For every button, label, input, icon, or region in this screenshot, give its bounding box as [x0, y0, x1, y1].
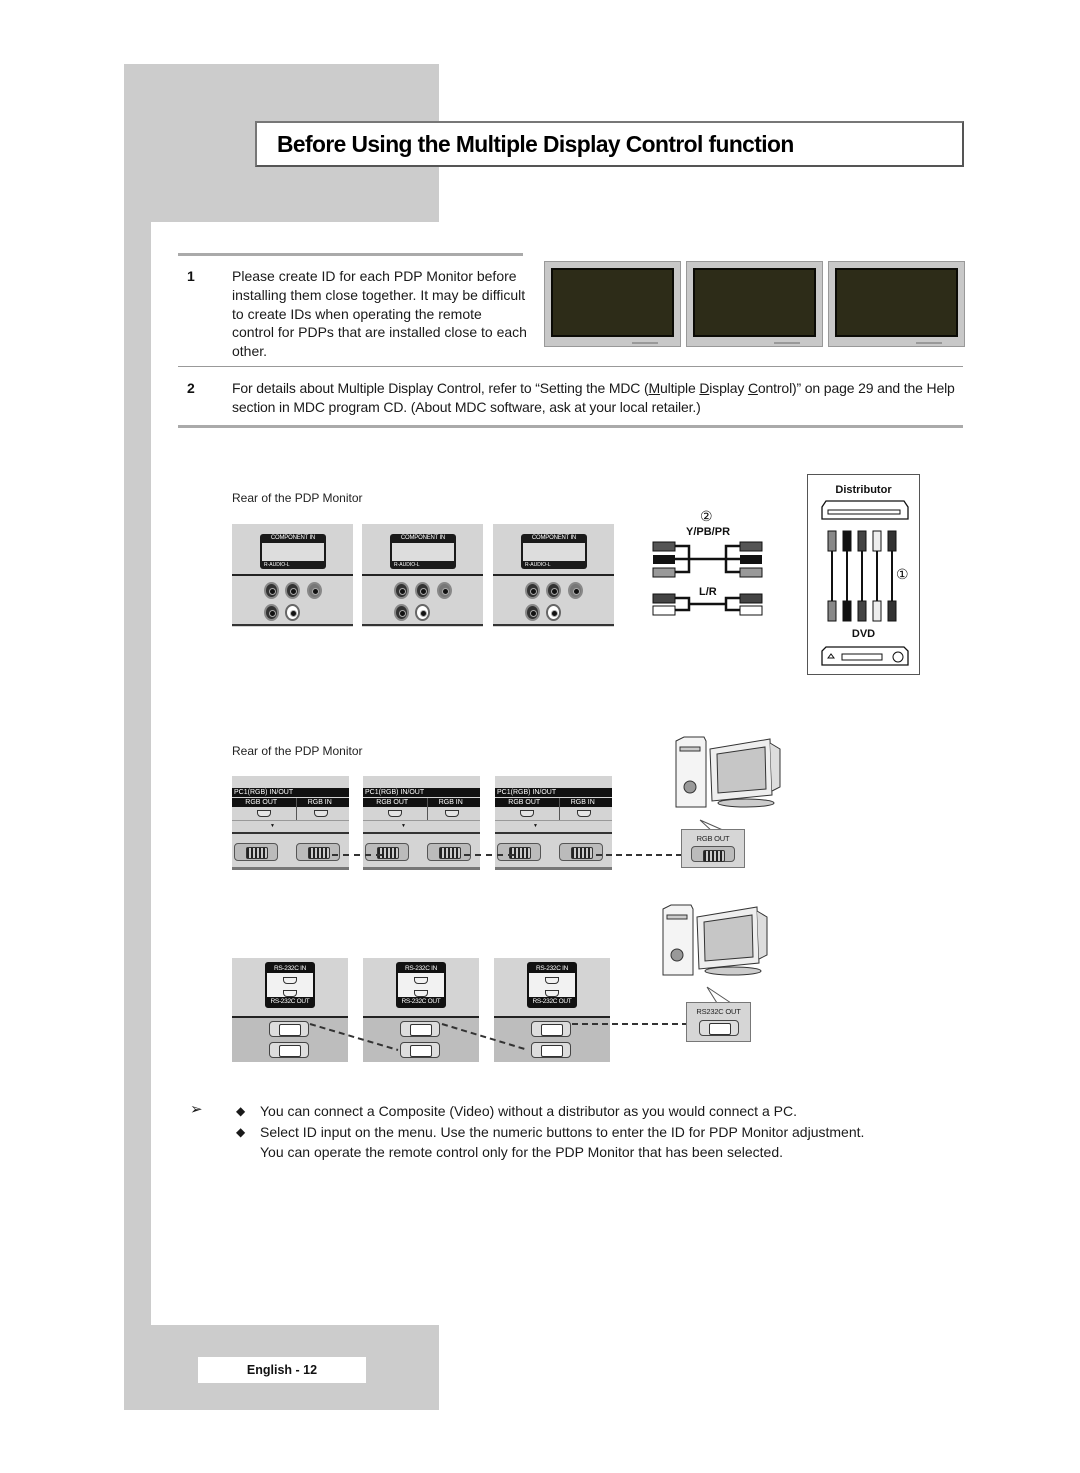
vga-port-icon [296, 843, 340, 861]
page-number: English - 12 [246, 1363, 318, 1377]
note-item: ➢ ◆ You can connect a Composite (Video) … [190, 1101, 890, 1122]
port-label-out: RS-232C OUT [529, 997, 575, 1006]
note-item: ◆ Select ID input on the menu. Use the n… [190, 1122, 890, 1163]
vga-port-icon [497, 843, 541, 861]
rca-jack-icon [568, 582, 583, 599]
step-number: 1 [187, 268, 195, 284]
port-label-in: RS-232C IN [267, 964, 313, 973]
divider [178, 253, 523, 256]
rca-jack-icon [546, 582, 561, 599]
rca-cables-icon [827, 530, 897, 622]
cable-dashed-line [332, 854, 382, 856]
rca-jack-icon [415, 582, 430, 599]
panel-header: COMPONENT IN [270, 535, 316, 541]
divider [178, 366, 963, 367]
port-label-in: RS-232C IN [398, 964, 444, 973]
serial-port-icon [699, 1020, 739, 1036]
callout-number-1: ① [896, 567, 909, 583]
diagram-caption: Rear of the PDP Monitor [232, 491, 363, 505]
connector-label: RS232C OUT [696, 1007, 741, 1016]
pc-rgb-out-connector: RGB OUT [681, 829, 745, 868]
notes-section: ➢ ◆ You can connect a Composite (Video) … [190, 1101, 890, 1163]
port-label-out: RS-232C OUT [267, 997, 313, 1006]
port-label-in: RGB IN [438, 799, 463, 806]
page-number-box: English - 12 [198, 1357, 366, 1383]
vga-port-icon [427, 843, 471, 861]
vga-port-icon [365, 843, 409, 861]
rca-jack-icon [394, 604, 409, 621]
page-title: Before Using the Multiple Display Contro… [277, 130, 794, 157]
rca-jack-icon [437, 582, 452, 599]
dvd-label: DVD [851, 628, 876, 640]
pc-computer-icon [662, 904, 768, 976]
rca-jack-icon [415, 604, 430, 621]
vga-port-icon [559, 843, 603, 861]
port-label-out: RGB OUT [245, 799, 278, 806]
diagram-caption: Rear of the PDP Monitor [232, 744, 363, 758]
underlined-letter: M [648, 380, 661, 396]
divider [178, 425, 963, 428]
panel-header: COMPONENT IN [531, 535, 577, 541]
port-label-out: RGB OUT [376, 799, 409, 806]
cable-dashed-line [596, 854, 692, 856]
serial-cable-dashed-lines [309, 1023, 692, 1051]
pc-computer-icon [675, 736, 781, 808]
rca-jack-icon [285, 582, 300, 599]
component-panel: COMPONENT IN R-AUDIO-L [232, 524, 353, 627]
pdp-monitor-image [828, 261, 965, 347]
decorative-gray-bar-left [124, 64, 151, 1410]
panel-footer: R-AUDIO-L [525, 562, 551, 568]
step-number: 2 [187, 380, 195, 396]
page-title-box: Before Using the Multiple Display Contro… [255, 121, 964, 167]
port-label-in: RS-232C IN [529, 964, 575, 973]
dvd-player-icon [821, 646, 909, 666]
panel-header: PC1(RGB) IN/OUT [363, 788, 480, 797]
distributor-device-icon [821, 500, 909, 520]
rca-jack-icon [307, 582, 322, 599]
text-fragment: For details about Multiple Display Contr… [232, 380, 649, 396]
callout-number-2: ② [700, 509, 713, 525]
panel-header: PC1(RGB) IN/OUT [495, 788, 612, 797]
rca-jack-icon [525, 582, 540, 599]
diamond-bullet-icon: ◆ [236, 1124, 246, 1139]
panel-footer: R-AUDIO-L [394, 562, 420, 568]
distributor-dvd-diagram: Distributor ① DVD [807, 474, 920, 675]
rca-jack-icon [285, 604, 300, 621]
vga-port-icon [691, 846, 735, 862]
panel-footer: R-AUDIO-L [264, 562, 290, 568]
connector-label: RGB OUT [696, 834, 730, 843]
port-label-in: RGB IN [307, 799, 332, 806]
underlined-letter: C [747, 380, 758, 396]
panel-header: PC1(RGB) IN/OUT [232, 788, 349, 797]
underlined-letter: D [699, 380, 710, 396]
rca-jack-icon [546, 604, 561, 621]
pdp-monitor-image [686, 261, 823, 347]
component-cable-icon [652, 541, 763, 616]
panel-header: COMPONENT IN [400, 535, 446, 541]
step-text: For details about Multiple Display Contr… [232, 379, 967, 417]
rca-jack-icon [264, 604, 279, 621]
note-text: Select ID input on the menu. Use the num… [260, 1123, 865, 1161]
rca-jack-icon [525, 604, 540, 621]
pc-rs232-out-connector: RS232C OUT [686, 1002, 751, 1042]
note-arrow-icon: ➢ [190, 1101, 203, 1118]
text-fragment: ultiple [660, 380, 700, 396]
text-fragment: isplay [709, 380, 748, 396]
pdp-monitor-image [544, 261, 681, 347]
rca-jack-icon [264, 582, 279, 599]
component-panel: COMPONENT IN R-AUDIO-L [362, 524, 483, 627]
port-label-out: RS-232C OUT [398, 997, 444, 1006]
port-label-out: RGB OUT [508, 799, 541, 806]
cable-dashed-line [464, 854, 514, 856]
diamond-bullet-icon: ◆ [236, 1104, 246, 1118]
step-text: Please create ID for each PDP Monitor be… [232, 268, 527, 360]
rca-jack-icon [394, 582, 409, 599]
vga-port-icon [234, 843, 278, 861]
cable-label-video: Y/PB/PR [686, 526, 731, 538]
distributor-label: Distributor [835, 484, 892, 496]
port-label-in: RGB IN [570, 799, 595, 806]
note-text: You can connect a Composite (Video) with… [260, 1103, 797, 1119]
component-panel: COMPONENT IN R-AUDIO-L [493, 524, 614, 627]
